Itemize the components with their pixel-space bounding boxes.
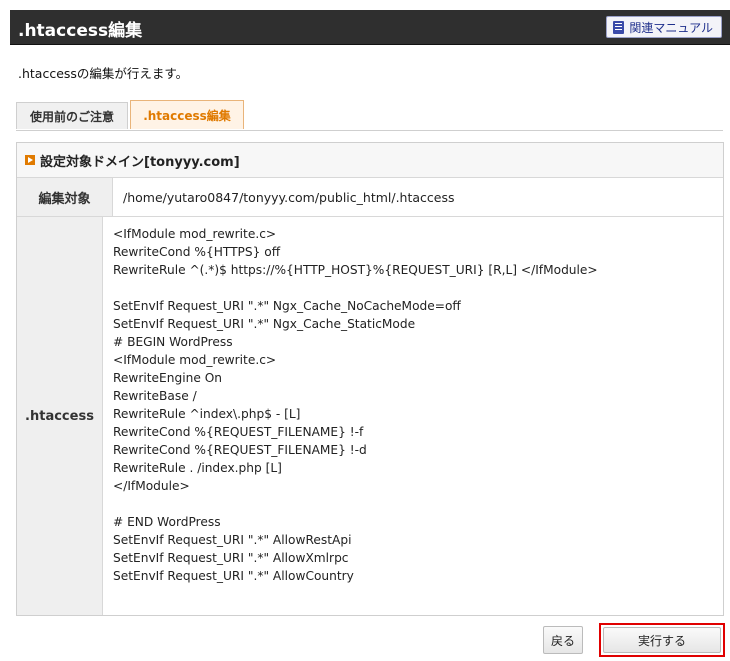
htaccess-label: .htaccess xyxy=(17,217,103,615)
related-manual-button[interactable]: 関連マニュアル xyxy=(606,16,722,38)
tab-precautions[interactable]: 使用前のご注意 xyxy=(16,102,128,129)
tab-htaccess-edit[interactable]: .htaccess編集 xyxy=(130,100,244,129)
htaccess-cell xyxy=(103,217,723,615)
htaccess-editor[interactable] xyxy=(113,225,713,605)
htaccess-row: .htaccess xyxy=(17,217,723,615)
target-label: 編集対象 xyxy=(17,178,113,216)
tab-divider xyxy=(16,130,723,131)
related-manual-label: 関連マニュアル xyxy=(629,20,713,35)
page-header: .htaccess編集 関連マニュアル xyxy=(10,10,730,45)
page-description: .htaccessの編集が行えます。 xyxy=(18,66,189,81)
target-path: /home/yutaro0847/tonyyy.com/public_html/… xyxy=(123,189,455,205)
target-domain-title: 設定対象ドメイン[tonyyy.com] xyxy=(40,154,240,170)
page-title: .htaccess編集 xyxy=(18,21,143,41)
execute-button[interactable]: 実行する xyxy=(603,627,721,653)
execute-highlight: 実行する xyxy=(599,623,725,657)
panel-header: 設定対象ドメイン[tonyyy.com] xyxy=(17,143,723,178)
back-button[interactable]: 戻る xyxy=(543,626,583,654)
target-row: 編集対象 /home/yutaro0847/tonyyy.com/public_… xyxy=(17,178,723,217)
book-icon xyxy=(613,20,625,34)
arrow-bullet-icon xyxy=(25,155,35,165)
edit-panel: 設定対象ドメイン[tonyyy.com] 編集対象 /home/yutaro08… xyxy=(16,142,724,616)
